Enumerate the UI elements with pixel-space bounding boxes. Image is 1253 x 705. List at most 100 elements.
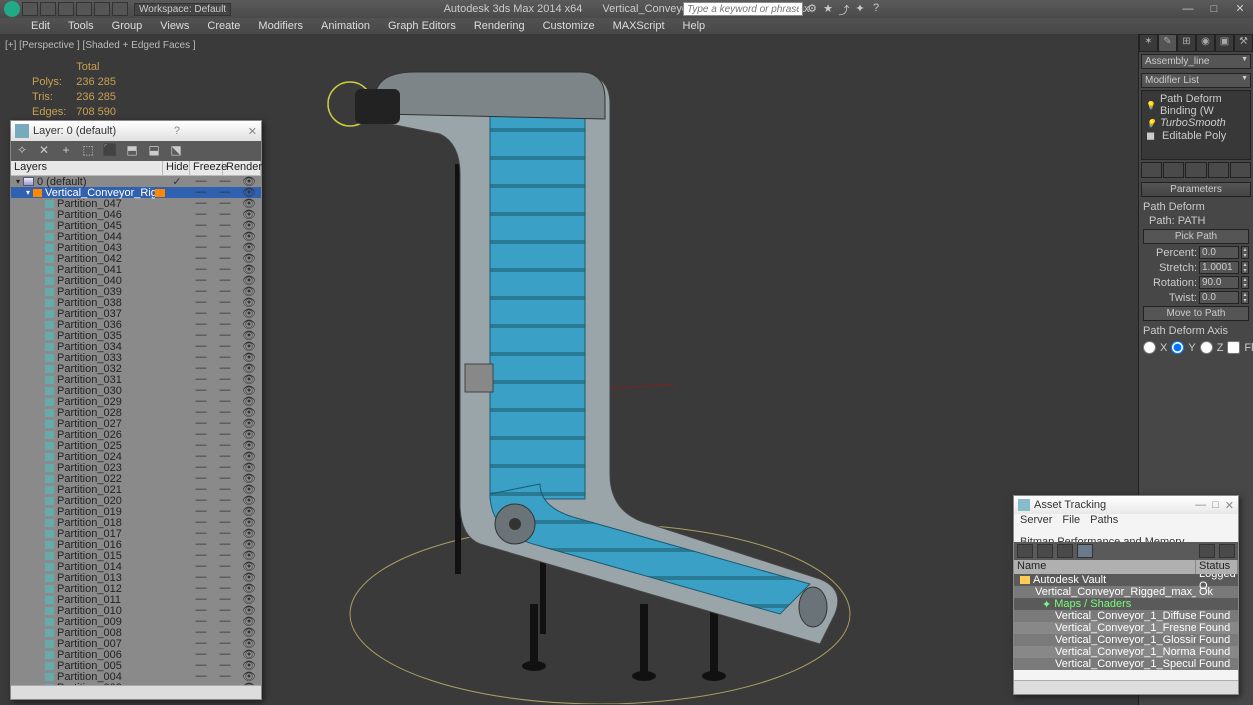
modify-tab[interactable]: ✎ — [1158, 34, 1177, 52]
flip-checkbox[interactable] — [1227, 341, 1240, 354]
help-icon[interactable]: ? — [869, 2, 883, 16]
search-input[interactable] — [683, 2, 803, 16]
unique-button[interactable] — [1185, 162, 1206, 178]
layer-props-button[interactable]: ⬔ — [168, 143, 184, 159]
object-name-field[interactable]: Assembly_line — [1141, 54, 1251, 69]
link-button[interactable] — [112, 2, 128, 16]
parameters-rollout-header[interactable]: Parameters — [1141, 182, 1251, 197]
asset-options-button[interactable] — [1219, 544, 1235, 558]
layer-panel-close-button[interactable]: ✕ — [248, 125, 257, 138]
app-icon[interactable] — [4, 1, 20, 17]
percent-spinner[interactable]: ▴▾ — [1241, 246, 1249, 259]
highlight-layer-button[interactable]: ⬛ — [102, 143, 118, 159]
menu-group[interactable]: Group — [103, 20, 152, 32]
menu-edit[interactable]: Edit — [22, 20, 59, 32]
minimize-button[interactable]: — — [1175, 0, 1201, 18]
twist-spinner[interactable]: ▴▾ — [1241, 291, 1249, 304]
select-layer-button[interactable]: ⬚ — [80, 143, 96, 159]
menu-maxscript[interactable]: MAXScript — [604, 20, 674, 32]
motion-tab[interactable]: ◉ — [1196, 34, 1215, 52]
rotation-spinner[interactable]: ▴▾ — [1241, 276, 1249, 289]
close-button[interactable]: ✕ — [1227, 0, 1253, 18]
stretch-input[interactable] — [1199, 261, 1239, 274]
model-view[interactable] — [280, 44, 880, 704]
signin-icon[interactable]: ⤴ — [837, 2, 851, 16]
menu-tools[interactable]: Tools — [59, 20, 103, 32]
move-to-path-button[interactable]: Move to Path — [1143, 306, 1249, 321]
viewport-label[interactable]: [+] [Perspective ] [Shaded + Edged Faces… — [5, 40, 196, 51]
pin-stack-button[interactable] — [1141, 162, 1162, 178]
axis-z-radio[interactable] — [1200, 341, 1213, 354]
asset-row[interactable]: Vertical_Conveyor_1_Fresnel.pngFound — [1014, 622, 1238, 634]
workspace-selector[interactable]: Workspace: Default — [134, 3, 231, 16]
maximize-button[interactable]: □ — [1201, 0, 1227, 18]
percent-input[interactable] — [1199, 246, 1239, 259]
configure-button[interactable] — [1230, 162, 1251, 178]
layer-panel-titlebar[interactable]: Layer: 0 (default) ? ✕ — [11, 121, 261, 141]
asset-menu-file[interactable]: File — [1062, 514, 1080, 526]
asset-close-button[interactable]: ✕ — [1225, 499, 1234, 512]
layer-tree[interactable]: ▾0 (default) ✓——👁 ▾Vertical_Conveyor_Rig… — [11, 176, 261, 685]
path-label: Path: PATH — [1143, 215, 1249, 227]
save-button[interactable] — [58, 2, 74, 16]
axis-x-radio[interactable] — [1143, 341, 1156, 354]
asset-refresh-button[interactable] — [1017, 544, 1033, 558]
asset-menu-paths[interactable]: Paths — [1090, 514, 1118, 526]
infocenter-icon[interactable]: ⚙ — [805, 2, 819, 16]
add-to-layer-button[interactable]: + — [58, 143, 74, 159]
asset-panel-titlebar[interactable]: Asset Tracking —□✕ — [1014, 496, 1238, 514]
freeze-layer-button[interactable]: ⬓ — [146, 143, 162, 159]
axis-y-radio[interactable] — [1171, 341, 1184, 354]
modifier-list-dropdown[interactable]: Modifier List — [1141, 73, 1251, 88]
asset-tree-button[interactable] — [1037, 544, 1053, 558]
modifier-stack[interactable]: 💡Path Deform Binding (W 💡TurboSmooth ◼Ed… — [1141, 90, 1251, 160]
menu-customize[interactable]: Customize — [534, 20, 604, 32]
menu-animation[interactable]: Animation — [312, 20, 379, 32]
new-button[interactable] — [22, 2, 38, 16]
asset-row-maps[interactable]: ✦Maps / Shaders — [1014, 598, 1238, 610]
hide-layer-button[interactable]: ⬒ — [124, 143, 140, 159]
star-icon[interactable]: ★ — [821, 2, 835, 16]
menu-modifiers[interactable]: Modifiers — [249, 20, 312, 32]
delete-layer-button[interactable]: ✕ — [36, 143, 52, 159]
asset-row[interactable]: Vertical_Conveyor_1_Specular.pngFound — [1014, 658, 1238, 670]
menu-bar: EditToolsGroupViewsCreateModifiersAnimat… — [0, 18, 1253, 34]
asset-panel-icon — [1018, 499, 1030, 511]
asset-row[interactable]: Vertical_Conveyor_1_Normal.pngFound — [1014, 646, 1238, 658]
display-tab[interactable]: ▣ — [1215, 34, 1234, 52]
pick-path-button[interactable]: Pick Path — [1143, 229, 1249, 244]
open-button[interactable] — [40, 2, 56, 16]
exchange-icon[interactable]: ✦ — [853, 2, 867, 16]
redo-button[interactable] — [94, 2, 110, 16]
asset-row-scene[interactable]: Vertical_Conveyor_Rigged_max_vray.maxOk — [1014, 586, 1238, 598]
asset-menu-server[interactable]: Server — [1020, 514, 1052, 526]
layer-panel-icon — [15, 124, 29, 138]
menu-rendering[interactable]: Rendering — [465, 20, 534, 32]
asset-max-button[interactable]: □ — [1212, 499, 1219, 512]
utilities-tab[interactable]: ⚒ — [1234, 34, 1253, 52]
remove-mod-button[interactable] — [1208, 162, 1229, 178]
menu-views[interactable]: Views — [151, 20, 198, 32]
menu-create[interactable]: Create — [198, 20, 249, 32]
rotation-input[interactable] — [1199, 276, 1239, 289]
menu-graph-editors[interactable]: Graph Editors — [379, 20, 465, 32]
layer-panel-hscroll[interactable] — [11, 685, 261, 699]
hierarchy-tab[interactable]: ⊞ — [1177, 34, 1196, 52]
asset-row-vault[interactable]: Autodesk VaultLogged O — [1014, 574, 1238, 586]
asset-row[interactable]: Vertical_Conveyor_1_Diffuse.pngFound — [1014, 610, 1238, 622]
asset-sync-button[interactable] — [1199, 544, 1215, 558]
asset-min-button[interactable]: — — [1195, 499, 1206, 512]
show-end-button[interactable] — [1163, 162, 1184, 178]
asset-list-button[interactable] — [1057, 544, 1073, 558]
menu-help[interactable]: Help — [674, 20, 715, 32]
asset-row[interactable]: Vertical_Conveyor_1_Glossiness.pngFound — [1014, 634, 1238, 646]
create-tab[interactable]: ✶ — [1139, 34, 1158, 52]
asset-table-button[interactable] — [1077, 544, 1093, 558]
stretch-spinner[interactable]: ▴▾ — [1241, 261, 1249, 274]
undo-button[interactable] — [76, 2, 92, 16]
asset-panel-hscroll[interactable] — [1014, 680, 1238, 694]
axis-label: Path Deform Axis — [1143, 323, 1249, 339]
twist-input[interactable] — [1199, 291, 1239, 304]
asset-tree[interactable]: Autodesk VaultLogged O Vertical_Conveyor… — [1014, 574, 1238, 680]
new-layer-button[interactable]: ✧ — [14, 143, 30, 159]
